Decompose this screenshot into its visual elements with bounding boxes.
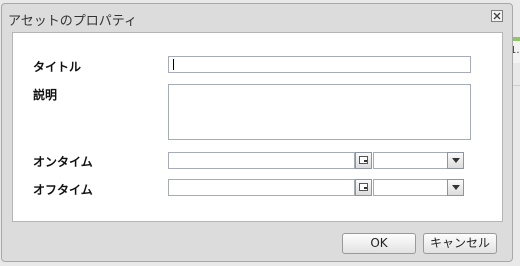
off-time-label: オフタイム xyxy=(33,183,93,197)
description-label: 説明 xyxy=(33,88,58,102)
on-time-date-input[interactable] xyxy=(168,152,355,169)
chevron-down-icon xyxy=(452,158,460,163)
off-time-calendar-button[interactable] xyxy=(355,179,372,196)
dialog-title: アセットのプロパティ xyxy=(8,14,137,29)
on-time-label: オンタイム xyxy=(33,155,93,169)
form-panel: タイトル 説明 オンタイム オフタイム xyxy=(12,32,503,222)
text-caret xyxy=(173,59,174,70)
dialog-titlebar[interactable]: アセットのプロパティ xyxy=(2,4,512,30)
title-input[interactable] xyxy=(168,56,471,73)
on-time-calendar-button[interactable] xyxy=(355,152,372,169)
asset-properties-dialog: アセットのプロパティ タイトル 説明 オンタイム オフタイム OK キャンセル xyxy=(1,3,513,262)
chevron-down-icon xyxy=(452,185,460,190)
off-time-time-dropdown-button[interactable] xyxy=(447,179,464,196)
calendar-icon xyxy=(359,156,368,164)
off-time-date-input[interactable] xyxy=(168,179,355,196)
on-time-time-dropdown-button[interactable] xyxy=(447,152,464,169)
close-button[interactable] xyxy=(491,10,503,22)
close-icon xyxy=(493,12,501,20)
description-textarea[interactable] xyxy=(168,84,471,140)
off-time-time-select[interactable] xyxy=(373,179,448,196)
on-time-time-select[interactable] xyxy=(373,152,448,169)
ok-button[interactable]: OK xyxy=(342,233,416,254)
calendar-icon xyxy=(359,183,368,191)
cancel-button[interactable]: キャンセル xyxy=(423,233,497,254)
title-label: タイトル xyxy=(33,60,82,74)
